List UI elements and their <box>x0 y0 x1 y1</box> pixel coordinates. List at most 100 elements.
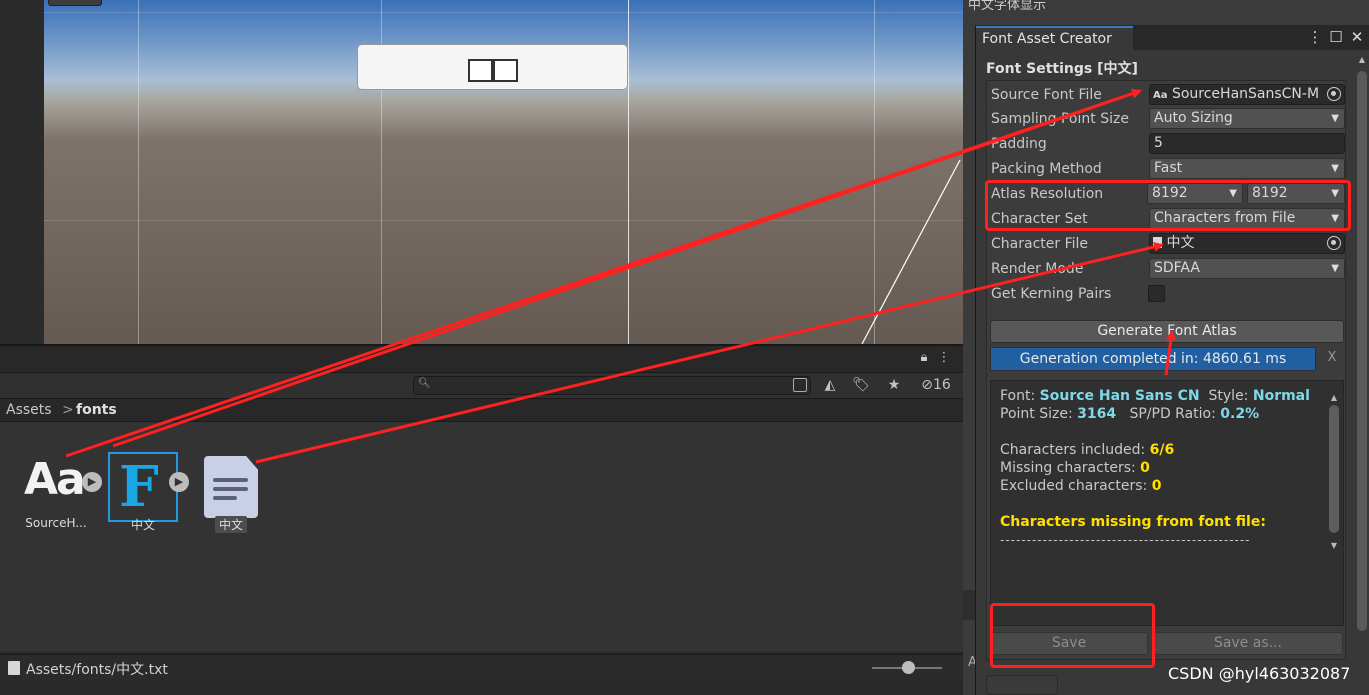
more-options-icon[interactable]: ⋮ <box>936 350 952 366</box>
object-picker-icon[interactable] <box>1327 87 1341 101</box>
search-options-icon[interactable] <box>793 378 807 392</box>
expand-arrow-icon[interactable]: ▶ <box>82 472 102 492</box>
font-file-icon: Aa <box>24 454 86 505</box>
window-tabbar: Font Asset Creator ⋮ ☐ ✕ <box>976 25 1369 50</box>
status-bar: Assets/fonts/中文.txt <box>0 654 963 680</box>
generate-font-atlas-button[interactable]: Generate Font Atlas <box>990 320 1344 343</box>
project-toolbar: 🔍︎ ◭ 🏷︎ ★ ⊘16 <box>0 372 963 398</box>
tab-label: Font Asset Creator <box>982 31 1112 47</box>
asset-label: 中文 <box>130 518 155 532</box>
text-file-icon <box>204 456 258 518</box>
search-input[interactable] <box>434 377 794 394</box>
field-label: Character File <box>991 236 1088 252</box>
project-tabbar: 🔒︎ ⋮ <box>0 346 963 372</box>
character-file-field[interactable]: 中文 <box>1149 233 1345 254</box>
ui-panel-preview[interactable] <box>357 44 628 90</box>
row-character-file: Character File 中文 <box>987 233 1347 257</box>
source-font-file-field[interactable]: Aa SourceHanSansCN-M <box>1149 84 1345 105</box>
object-picker-icon[interactable] <box>1327 236 1341 250</box>
asset-label: 中文 <box>215 516 247 533</box>
field-label: Get Kerning Pairs <box>991 286 1112 302</box>
field-value: SourceHanSansCN-M <box>1171 86 1320 102</box>
field-label: Sampling Point Size <box>991 111 1129 127</box>
asset-grid: Aa ▶ SourceH... F ▶ 中文 中文 <box>0 422 963 652</box>
missing-glyph-box <box>493 59 518 82</box>
row-padding: Padding 5 <box>987 133 1347 157</box>
packing-method-dropdown[interactable]: Fast ▼ <box>1149 158 1345 179</box>
info-excluded-line: Excluded characters: 0 <box>1000 478 1162 494</box>
divider <box>963 590 975 620</box>
scroll-up-icon[interactable]: ▲ <box>1357 55 1367 64</box>
asset-label: SourceH... <box>25 516 87 530</box>
field-label: Padding <box>991 136 1047 152</box>
breadcrumb-fonts[interactable]: fonts <box>76 402 117 418</box>
font-file-icon: Aa <box>1153 90 1168 101</box>
cancel-generation-button[interactable]: X <box>1320 347 1344 371</box>
bottom-button[interactable] <box>986 675 1058 695</box>
maximize-icon[interactable]: ☐ <box>1327 27 1345 47</box>
scene-view[interactable] <box>0 0 963 344</box>
separator-line: ----------------------------------------… <box>1000 533 1251 547</box>
sampling-point-size-dropdown[interactable]: Auto Sizing ▼ <box>1149 108 1345 129</box>
filter-by-label-icon[interactable]: 🏷︎ <box>848 375 874 396</box>
missing-characters-header: Characters missing from font file: <box>1000 514 1266 530</box>
info-missing-line: Missing characters: 0 <box>1000 460 1150 476</box>
watermark: CSDN @hyl463032087 <box>1168 664 1351 683</box>
text-file-icon <box>1153 237 1162 248</box>
font-asset-icon: F <box>119 454 159 520</box>
generation-info-panel: Font: Source Han Sans CN Style: Normal P… <box>990 380 1344 626</box>
row-packing-method: Packing Method Fast ▼ <box>987 158 1347 182</box>
get-kerning-pairs-checkbox[interactable] <box>1148 285 1165 302</box>
dropdown-value: Auto Sizing <box>1154 110 1233 126</box>
scrollbar-thumb[interactable] <box>1357 71 1367 631</box>
info-font-line: Font: Source Han Sans CN Style: Normal <box>1000 388 1310 404</box>
breadcrumb: Assets > fonts <box>0 398 963 422</box>
search-field[interactable]: 🔍︎ <box>413 376 811 395</box>
row-source-font-file: Source Font File Aa SourceHanSansCN-M <box>987 84 1347 108</box>
info-included-line: Characters included: 6/6 <box>1000 442 1175 458</box>
scrollbar-thumb[interactable] <box>1329 405 1339 533</box>
field-value: 中文 <box>1166 235 1195 251</box>
dropdown-value: Fast <box>1154 160 1183 176</box>
tab-font-asset-creator[interactable]: Font Asset Creator <box>976 26 1133 50</box>
more-options-icon[interactable]: ⋮ <box>1306 27 1324 47</box>
breadcrumb-assets[interactable]: Assets <box>6 402 52 418</box>
lock-icon[interactable]: 🔒︎ <box>916 350 932 366</box>
row-render-mode: Render Mode SDFAA ▼ <box>987 258 1347 282</box>
scroll-down-icon[interactable]: ▼ <box>1329 537 1339 555</box>
scene-toolbar-button[interactable] <box>48 0 102 6</box>
save-as-button[interactable]: Save as... <box>1153 632 1343 655</box>
render-mode-dropdown[interactable]: SDFAA ▼ <box>1149 258 1345 279</box>
expand-arrow-icon[interactable]: ▶ <box>169 472 189 492</box>
chevron-down-icon: ▼ <box>1331 163 1339 174</box>
dropdown-value: SDFAA <box>1154 260 1200 276</box>
eye-slash-icon: ⊘ <box>921 377 933 393</box>
font-settings-heading: Font Settings [中文] <box>986 61 1138 77</box>
window-scrollbar[interactable]: ▲ <box>1356 55 1368 695</box>
info-point-size-line: Point Size: 3164 SP/PD Ratio: 0.2% <box>1000 406 1260 422</box>
highlight-box-atlas-settings <box>985 180 1351 231</box>
window-title: 中文字体显示 <box>968 0 1047 13</box>
generation-progress-bar: Generation completed in: 4860.61 ms <box>990 347 1316 371</box>
hidden-count: 16 <box>932 377 951 393</box>
missing-glyph-box <box>468 59 493 82</box>
icon-size-slider-thumb[interactable] <box>902 661 915 674</box>
filter-by-type-icon[interactable]: ◭ <box>817 375 843 396</box>
breadcrumb-separator: > <box>62 402 74 418</box>
selected-asset-path: Assets/fonts/中文.txt <box>26 662 168 678</box>
field-label: Packing Method <box>991 161 1102 177</box>
favorites-star-icon[interactable]: ★ <box>881 375 907 396</box>
chevron-down-icon: ▼ <box>1331 263 1339 274</box>
settings-panel: Source Font File Aa SourceHanSansCN-M Sa… <box>986 80 1346 660</box>
padding-input[interactable]: 5 <box>1149 133 1345 154</box>
font-asset-creator-window: Font Asset Creator ⋮ ☐ ✕ Font Settings [… <box>975 25 1369 695</box>
search-icon: 🔍︎ <box>418 378 431 389</box>
row-get-kerning-pairs: Get Kerning Pairs <box>987 283 1347 307</box>
info-scrollbar[interactable]: ▲ ▼ <box>1329 389 1339 550</box>
hidden-packages-toggle[interactable]: ⊘16 <box>914 375 958 396</box>
project-panel: 🔒︎ ⋮ 🔍︎ ◭ 🏷︎ ★ ⊘16 Assets > fonts Aa ▶ S… <box>0 344 963 695</box>
highlight-box-save <box>990 603 1155 668</box>
field-label: Source Font File <box>991 87 1102 103</box>
close-icon[interactable]: ✕ <box>1348 27 1366 47</box>
chevron-down-icon: ▼ <box>1331 113 1339 124</box>
